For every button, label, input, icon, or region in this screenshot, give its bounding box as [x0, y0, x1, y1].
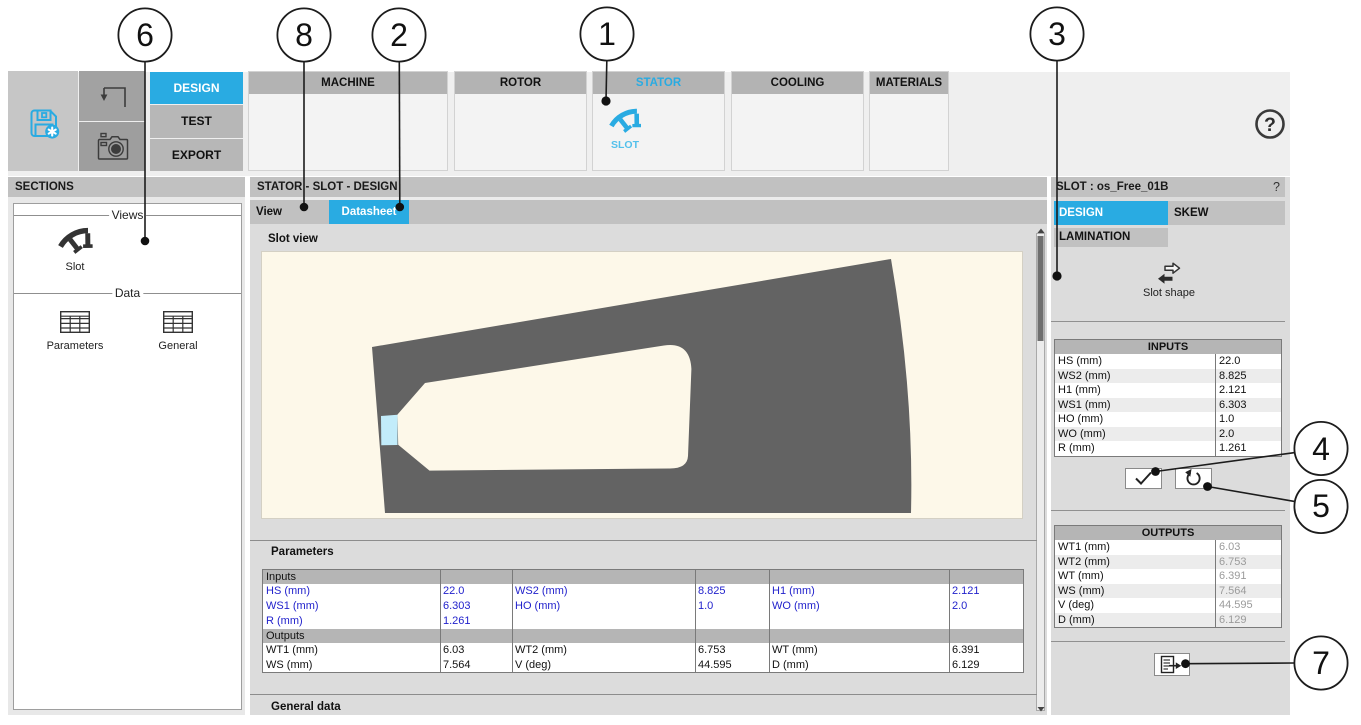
svg-text:3: 3 [1048, 16, 1066, 52]
svg-text:6: 6 [136, 17, 154, 53]
svg-text:7: 7 [1312, 645, 1330, 681]
svg-text:8: 8 [295, 17, 313, 53]
svg-text:1: 1 [598, 16, 616, 52]
svg-text:2: 2 [390, 17, 408, 53]
svg-text:5: 5 [1312, 488, 1330, 524]
svg-text:4: 4 [1312, 431, 1330, 467]
